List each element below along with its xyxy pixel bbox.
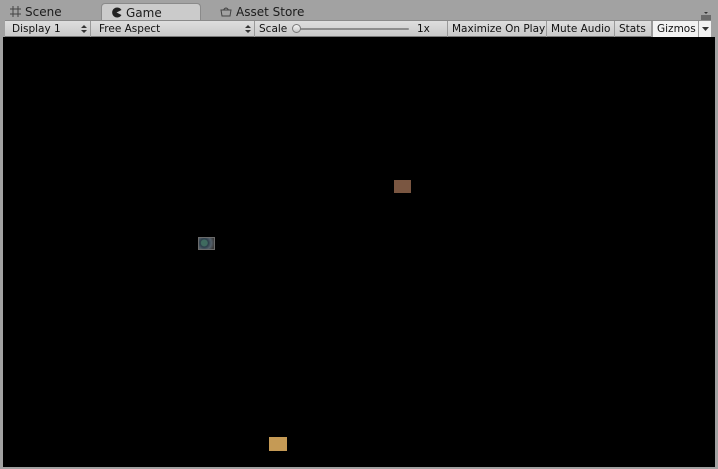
- gizmos-label: Gizmos: [657, 23, 696, 35]
- scale-control: Scale 1x: [255, 21, 448, 37]
- maximize-label: Maximize On Play: [452, 23, 546, 35]
- stats-toggle[interactable]: Stats: [615, 21, 652, 37]
- flower-sprite: [198, 237, 215, 250]
- maximize-on-play-toggle[interactable]: Maximize On Play: [448, 21, 547, 37]
- stats-label: Stats: [619, 23, 646, 35]
- dropdown-arrows-icon: [81, 23, 87, 35]
- tab-strip: Scene Game Asset Store: [0, 0, 718, 21]
- game-toolbar: Display 1 Free Aspect Scale 1x Maximize …: [5, 20, 711, 37]
- dropdown-arrows-icon: [245, 23, 251, 35]
- aspect-label: Free Aspect: [99, 23, 161, 35]
- game-viewport[interactable]: [3, 37, 715, 467]
- display-label: Display 1: [12, 23, 61, 35]
- scale-value: 1x: [417, 23, 430, 35]
- tab-game-label: Game: [126, 5, 162, 20]
- tab-asset-store[interactable]: Asset Store: [210, 3, 320, 20]
- tab-asset-store-label: Asset Store: [236, 4, 305, 19]
- display-dropdown[interactable]: Display 1: [5, 21, 91, 37]
- brown-sprite: [394, 180, 411, 193]
- gold-sprite: [269, 437, 287, 451]
- gizmos-toggle[interactable]: Gizmos: [652, 21, 699, 37]
- gizmos-dropdown-icon[interactable]: [699, 21, 711, 37]
- mute-label: Mute Audio: [551, 23, 611, 35]
- grid-icon: [10, 6, 21, 17]
- store-icon: [220, 6, 232, 17]
- scale-label: Scale: [259, 23, 288, 35]
- pacman-icon: [111, 7, 122, 18]
- scale-slider-thumb[interactable]: [292, 24, 301, 33]
- game-window: Scene Game Asset Store Display 1 Free As…: [0, 0, 718, 469]
- mute-audio-toggle[interactable]: Mute Audio: [547, 21, 615, 37]
- scale-slider-track[interactable]: [297, 28, 409, 30]
- tab-scene[interactable]: Scene: [0, 3, 96, 20]
- tab-game[interactable]: Game: [101, 3, 201, 21]
- window-menu-icon[interactable]: [700, 6, 712, 21]
- tab-scene-label: Scene: [25, 4, 62, 19]
- aspect-dropdown[interactable]: Free Aspect: [94, 21, 255, 37]
